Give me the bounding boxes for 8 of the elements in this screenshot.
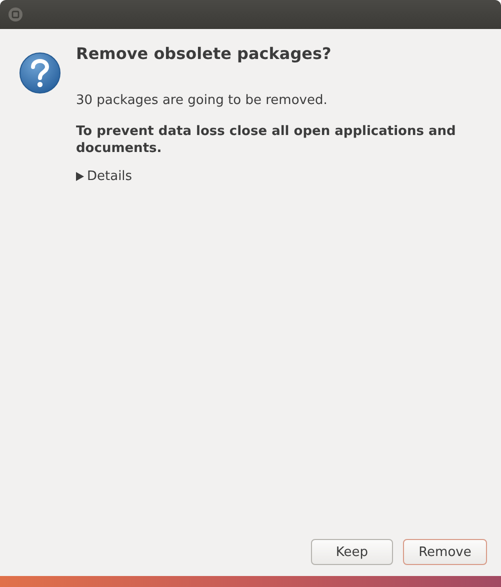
details-expander[interactable]: Details: [76, 169, 132, 184]
dialog-title: Remove obsolete packages?: [76, 44, 332, 63]
expander-arrow-icon[interactable]: [76, 172, 84, 181]
warning-text: To prevent data loss close all open applications and documents.: [76, 123, 457, 157]
dialog-button[interactable]: Keep: [311, 539, 393, 565]
default-button[interactable]: Remove: [403, 539, 487, 565]
question-icon: [18, 51, 62, 95]
message-text: 30 packages are going to be removed.: [76, 93, 328, 108]
